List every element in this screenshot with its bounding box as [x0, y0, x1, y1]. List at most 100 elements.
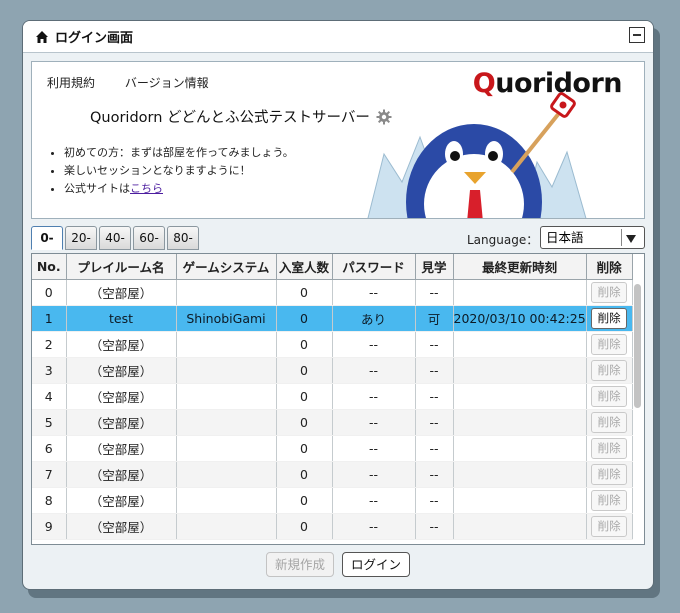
language-label: Language：	[467, 233, 539, 247]
minimize-button[interactable]	[629, 27, 645, 43]
cell-system	[176, 409, 277, 436]
cell-system	[176, 331, 277, 358]
cell-name: （空部屋）	[66, 357, 177, 384]
cell-updated	[453, 461, 587, 488]
cell-visit: --	[415, 409, 454, 436]
delete-room-button[interactable]: 削除	[591, 516, 628, 537]
cell-members: 0	[276, 487, 333, 514]
delete-room-button[interactable]: 削除	[591, 464, 628, 485]
server-title-text: Quoridorn どどんとふ公式テストサーバー	[90, 110, 370, 126]
tab-range-0[interactable]: 0-	[31, 226, 63, 250]
table-scrollbar[interactable]	[633, 282, 642, 540]
tab-range-80[interactable]: 80-	[167, 226, 199, 250]
cell-no: 5	[32, 409, 67, 436]
cell-visit: --	[415, 461, 454, 488]
table-row[interactable]: 9 （空部屋） 0 -- -- 削除	[32, 513, 633, 540]
welcome-notes: 初めての方：まずは部屋を作ってみましょう。 楽しいセッションとなりますように！ …	[46, 144, 294, 198]
window-titlebar: ログイン画面	[23, 21, 653, 53]
header-visit[interactable]: 見学	[415, 254, 454, 280]
cell-password: --	[332, 357, 416, 384]
tab-range-20[interactable]: 20-	[65, 226, 97, 250]
header-delete[interactable]: 削除	[586, 254, 633, 280]
cell-updated	[453, 331, 587, 358]
table-row[interactable]: 5 （空部屋） 0 -- -- 削除	[32, 409, 633, 436]
version-info-link[interactable]: バージョン情報	[125, 76, 209, 90]
login-button[interactable]: ログイン	[342, 552, 411, 577]
official-site-link[interactable]: こちら	[130, 182, 163, 195]
header-updated[interactable]: 最終更新時刻	[453, 254, 587, 280]
cell-delete: 削除	[586, 357, 633, 384]
cell-delete: 削除	[586, 279, 633, 306]
login-window: ログイン画面 利用規約 バージョン情報 Quoridorn どどんとふ公式テスト…	[22, 20, 654, 590]
table-row[interactable]: 7 （空部屋） 0 -- -- 削除	[32, 461, 633, 488]
cell-no: 0	[32, 279, 67, 306]
room-table-container: No. プレイルーム名 ゲームシステム 入室人数 パスワード 見学 最終更新時刻…	[31, 253, 645, 545]
cell-system	[176, 461, 277, 488]
cell-system	[176, 279, 277, 306]
cell-no: 8	[32, 487, 67, 514]
banner-links: 利用規約 バージョン情報	[47, 74, 235, 91]
cell-delete: 削除	[586, 487, 633, 514]
header-no[interactable]: No.	[32, 254, 67, 280]
cell-visit: --	[415, 331, 454, 358]
room-range-tabs: 0- 20- 40- 60- 80-	[31, 226, 199, 250]
cell-members: 0	[276, 383, 333, 410]
cell-members: 0	[276, 435, 333, 462]
room-table: No. プレイルーム名 ゲームシステム 入室人数 パスワード 見学 最終更新時刻…	[32, 254, 633, 540]
table-row[interactable]: 4 （空部屋） 0 -- -- 削除	[32, 383, 633, 410]
delete-room-button[interactable]: 削除	[591, 490, 628, 511]
cell-password: --	[332, 409, 416, 436]
cell-updated: 2020/03/10 00:42:25	[453, 305, 587, 332]
delete-room-button[interactable]: 削除	[591, 308, 628, 329]
table-row[interactable]: 8 （空部屋） 0 -- -- 削除	[32, 487, 633, 514]
cell-no: 1	[32, 305, 67, 332]
cell-no: 2	[32, 331, 67, 358]
select-divider	[621, 229, 622, 246]
delete-room-button[interactable]: 削除	[591, 438, 628, 459]
scrollbar-thumb[interactable]	[634, 284, 641, 408]
language-select[interactable]: 日本語	[540, 226, 645, 249]
table-row[interactable]: 2 （空部屋） 0 -- -- 削除	[32, 331, 633, 358]
cell-updated	[453, 383, 587, 410]
cell-updated	[453, 409, 587, 436]
cell-password: --	[332, 461, 416, 488]
header-password[interactable]: パスワード	[332, 254, 416, 280]
table-row[interactable]: 6 （空部屋） 0 -- -- 削除	[32, 435, 633, 462]
header-members[interactable]: 入室人数	[276, 254, 333, 280]
window-title: ログイン画面	[55, 31, 134, 46]
table-row[interactable]: 0 （空部屋） 0 -- -- 削除	[32, 279, 633, 306]
cell-password: --	[332, 383, 416, 410]
create-room-button[interactable]: 新規作成	[265, 552, 334, 577]
cell-name: test	[66, 305, 177, 332]
cell-delete: 削除	[586, 513, 633, 540]
cell-delete: 削除	[586, 305, 633, 332]
note-item: 公式サイトはこちら	[64, 180, 294, 198]
cell-name: （空部屋）	[66, 383, 177, 410]
cell-visit: --	[415, 487, 454, 514]
cell-members: 0	[276, 305, 333, 332]
delete-room-button[interactable]: 削除	[591, 360, 628, 381]
cell-password: --	[332, 279, 416, 306]
table-row[interactable]: 3 （空部屋） 0 -- -- 削除	[32, 357, 633, 384]
delete-room-button[interactable]: 削除	[591, 386, 628, 407]
cell-system	[176, 435, 277, 462]
cell-members: 0	[276, 461, 333, 488]
tab-range-60[interactable]: 60-	[133, 226, 165, 250]
cell-visit: --	[415, 279, 454, 306]
cell-name: （空部屋）	[66, 331, 177, 358]
cell-password: あり	[332, 305, 416, 332]
terms-link[interactable]: 利用規約	[47, 76, 95, 90]
header-game-system[interactable]: ゲームシステム	[176, 254, 277, 280]
cell-delete: 削除	[586, 383, 633, 410]
cell-visit: --	[415, 435, 454, 462]
cell-name: （空部屋）	[66, 487, 177, 514]
cell-password: --	[332, 331, 416, 358]
delete-room-button[interactable]: 削除	[591, 412, 628, 433]
header-room-name[interactable]: プレイルーム名	[66, 254, 177, 280]
cell-password: --	[332, 435, 416, 462]
delete-room-button[interactable]: 削除	[591, 282, 628, 303]
cell-name: （空部屋）	[66, 409, 177, 436]
table-row[interactable]: 1 test ShinobiGami 0 あり可 2020/03/10 00:42:25 削…	[32, 305, 633, 332]
tab-range-40[interactable]: 40-	[99, 226, 131, 250]
delete-room-button[interactable]: 削除	[591, 334, 628, 355]
